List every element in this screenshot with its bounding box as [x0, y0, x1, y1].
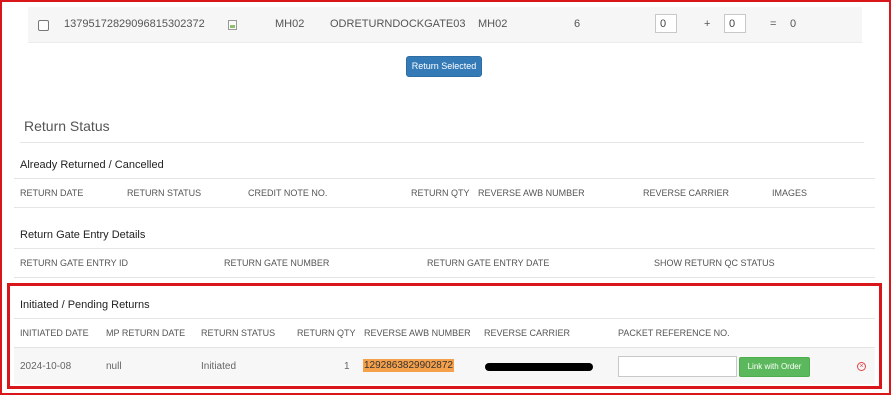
already-returned-title: Already Returned / Cancelled — [20, 159, 164, 171]
warehouse-code: MH02 — [275, 18, 305, 30]
divider — [14, 248, 875, 249]
col-gate-entry-date: RETURN GATE ENTRY DATE — [427, 258, 550, 268]
qty-input-b[interactable] — [724, 14, 746, 33]
col-images: IMAGES — [772, 188, 808, 198]
row-checkbox[interactable] — [38, 20, 49, 31]
col-gate-entry-id: RETURN GATE ENTRY ID — [20, 258, 129, 268]
product-image-icon — [228, 20, 237, 30]
col-return-date: RETURN DATE — [20, 188, 84, 198]
qty-input-a[interactable] — [655, 14, 677, 33]
col-return-qty: RETURN QTY — [411, 188, 470, 198]
warehouse-code-2: MH02 — [478, 18, 508, 30]
return-gate: ODRETURNDOCKGATE03 — [330, 18, 466, 30]
col-reverse-carrier: REVERSE CARRIER — [643, 188, 730, 198]
divider — [20, 142, 864, 143]
col-qc-status: SHOW RETURN QC STATUS — [654, 258, 775, 268]
highlight-annotation — [7, 283, 882, 389]
col-return-status: RETURN STATUS — [127, 188, 202, 198]
total-qty: 0 — [790, 18, 797, 30]
gate-entry-title: Return Gate Entry Details — [20, 229, 146, 241]
divider — [14, 178, 875, 179]
quantity: 6 — [574, 18, 581, 30]
divider — [14, 277, 875, 278]
item-row: 13795172829096815302372 MH02 ODRETURNDOC… — [28, 7, 862, 43]
divider — [14, 207, 875, 208]
return-status-title: Return Status — [24, 118, 110, 134]
plus-sign: + — [704, 18, 711, 30]
return-selected-button[interactable]: Return Selected — [406, 56, 482, 77]
col-gate-number: RETURN GATE NUMBER — [224, 258, 330, 268]
col-reverse-awb: REVERSE AWB NUMBER — [478, 188, 585, 198]
equals-sign: = — [770, 18, 777, 30]
order-id: 13795172829096815302372 — [64, 18, 205, 30]
col-credit-note: CREDIT NOTE NO. — [248, 188, 328, 198]
